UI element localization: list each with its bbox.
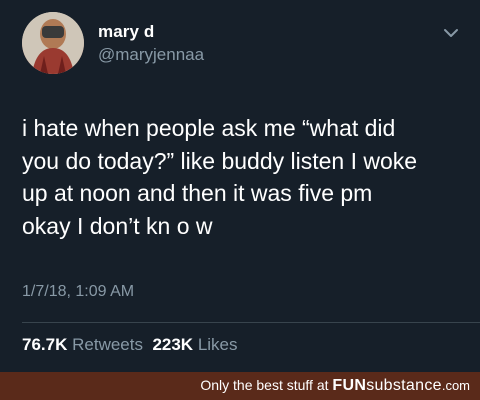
watermark-banner: Only the best stuff at FUNsubstance.com <box>0 372 480 400</box>
watermark-text: Only the best stuff at FUNsubstance.com <box>200 377 470 395</box>
divider <box>22 322 480 323</box>
engagement-stats: 76.7K Retweets 223K Likes <box>22 335 238 355</box>
tweet-text-line: up at noon and then it was five pm <box>22 180 373 206</box>
tweet-card: mary d @maryjennaa i hate when people as… <box>0 0 480 372</box>
watermark-brand-fun: FUN <box>332 377 367 394</box>
watermark-brand: FUNsubstance <box>332 377 441 394</box>
likes-stat[interactable]: 223K Likes <box>152 335 237 354</box>
watermark-tagline: Only the best stuff at <box>200 377 329 393</box>
tweet-text: i hate when people ask me “what did you … <box>22 112 472 242</box>
retweets-stat[interactable]: 76.7K Retweets <box>22 335 143 354</box>
display-name[interactable]: mary d <box>98 22 154 42</box>
timestamp[interactable]: 1/7/18, 1:09 AM <box>22 283 134 301</box>
retweets-label: Retweets <box>72 335 143 354</box>
user-handle[interactable]: @maryjennaa <box>98 45 204 65</box>
avatar-image <box>22 12 84 74</box>
watermark-domain: .com <box>441 378 470 393</box>
tweet-text-line: i hate when people ask me “what did <box>22 115 396 141</box>
likes-count: 223K <box>152 335 194 354</box>
tweet-text-line: okay I don’t kn o w <box>22 212 213 239</box>
chevron-down-icon[interactable] <box>442 26 460 40</box>
watermark-brand-rest: substance <box>366 377 442 394</box>
avatar[interactable] <box>22 12 84 74</box>
likes-label: Likes <box>197 335 238 354</box>
tweet-text-line: you do today?” like buddy listen I woke <box>22 147 418 174</box>
retweets-count: 76.7K <box>22 335 68 354</box>
